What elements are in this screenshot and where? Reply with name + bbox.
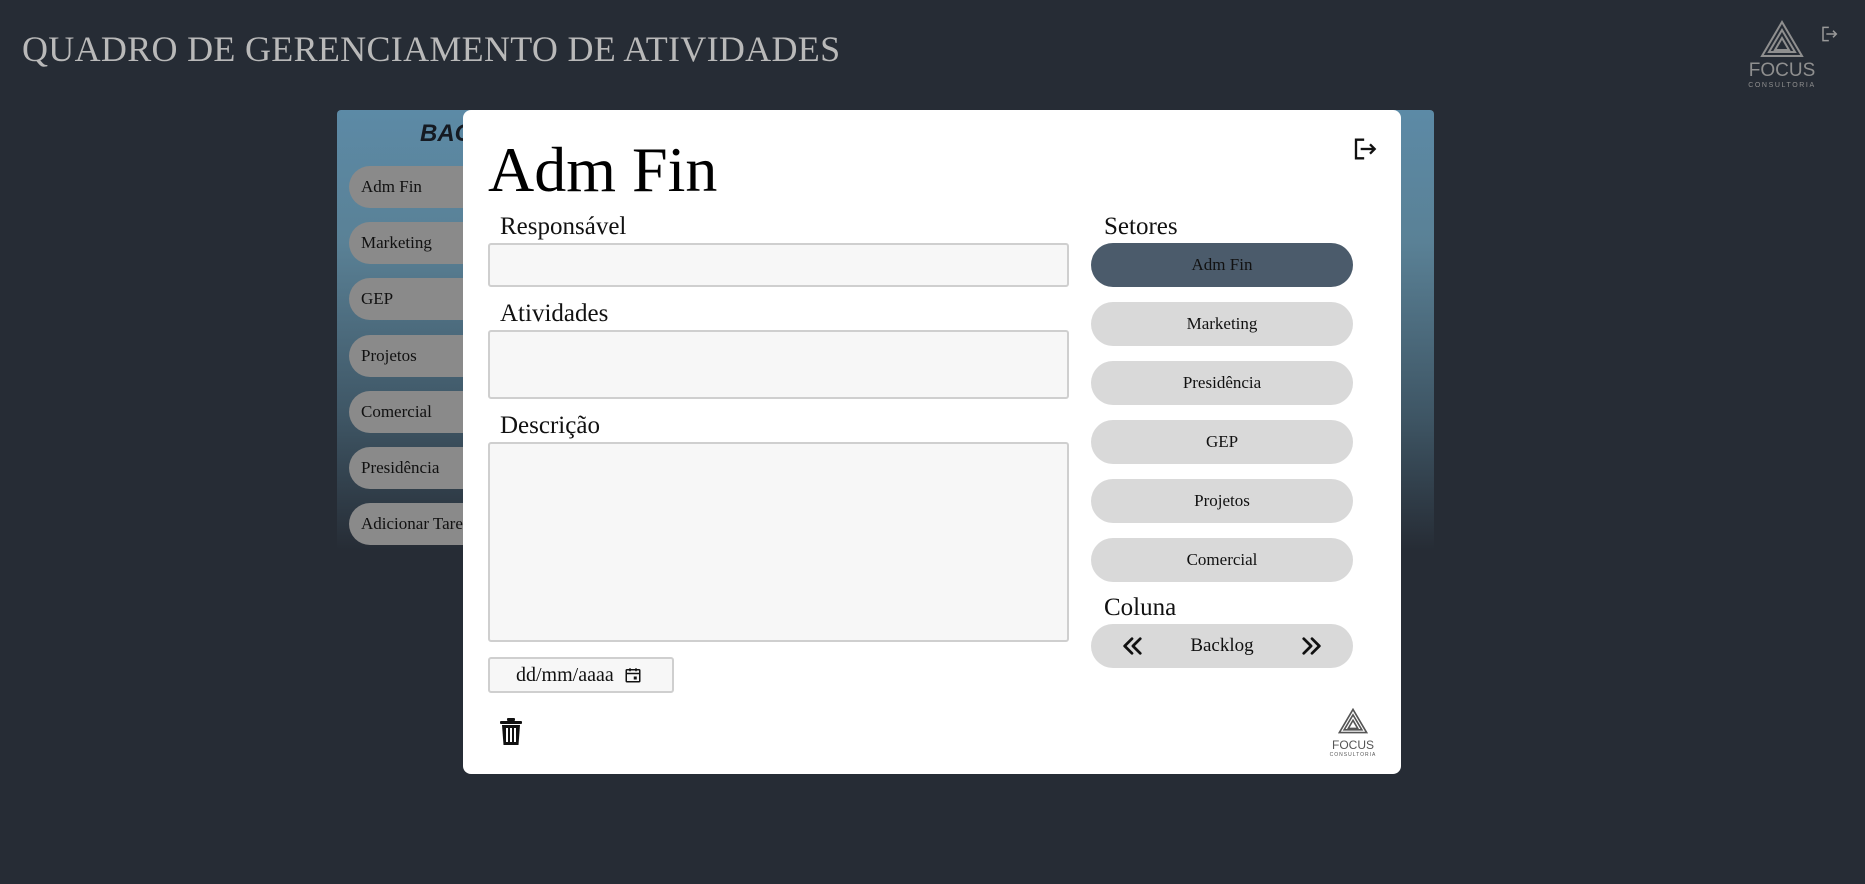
- focus-logo-icon: [1760, 20, 1804, 57]
- chevrons-left-icon[interactable]: [1121, 635, 1143, 657]
- sector-button-marketing[interactable]: Marketing: [1091, 302, 1353, 346]
- logo-small-brand: FOCUS: [1332, 738, 1374, 752]
- responsavel-input[interactable]: [488, 243, 1069, 287]
- logo-small-subtitle: CONSULTORIA: [1329, 752, 1377, 758]
- focus-logo-small-icon: [1337, 707, 1369, 734]
- calendar-icon[interactable]: [624, 666, 642, 684]
- sector-button-comercial[interactable]: Comercial: [1091, 538, 1353, 582]
- trash-icon[interactable]: [499, 718, 523, 746]
- atividades-label: Atividades: [500, 300, 609, 327]
- page-title: QUADRO DE GERENCIAMENTO DE ATIVIDADES: [22, 29, 841, 69]
- logo-subtitle: CONSULTORIA: [1748, 82, 1816, 89]
- modal-title: Adm Fin: [488, 134, 718, 205]
- setores-label: Setores: [1104, 213, 1178, 240]
- task-modal: Adm Fin Responsável Atividades Descrição…: [463, 110, 1401, 774]
- close-modal-icon[interactable]: [1349, 135, 1377, 163]
- focus-logo-small: FOCUS CONSULTORIA: [1329, 707, 1377, 758]
- sector-button-presidencia[interactable]: Presidência: [1091, 361, 1353, 405]
- date-placeholder: dd/mm/aaaa: [516, 663, 614, 686]
- descricao-label: Descrição: [500, 412, 600, 439]
- sector-button-projetos[interactable]: Projetos: [1091, 479, 1353, 523]
- column-value: Backlog: [1190, 635, 1254, 656]
- chevrons-right-icon[interactable]: [1301, 635, 1323, 657]
- sector-button-adm-fin[interactable]: Adm Fin: [1091, 243, 1353, 287]
- column-selector: Backlog: [1091, 624, 1353, 668]
- logout-icon[interactable]: [1818, 24, 1838, 44]
- atividades-input[interactable]: [488, 330, 1069, 399]
- descricao-input[interactable]: [488, 442, 1069, 642]
- logo-brand: FOCUS: [1748, 60, 1816, 81]
- sector-button-gep[interactable]: GEP: [1091, 420, 1353, 464]
- coluna-label: Coluna: [1104, 594, 1177, 621]
- responsavel-label: Responsável: [500, 213, 627, 240]
- focus-logo: FOCUS CONSULTORIA: [1746, 20, 1818, 89]
- date-input[interactable]: dd/mm/aaaa: [488, 657, 674, 693]
